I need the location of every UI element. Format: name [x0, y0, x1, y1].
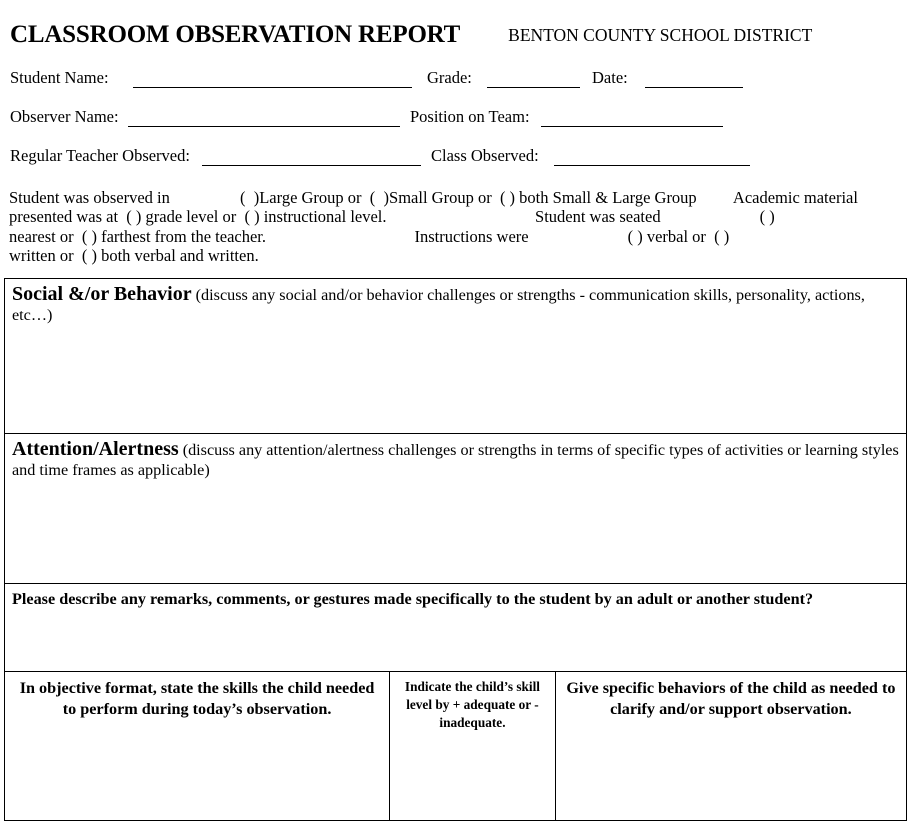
- student-name-input[interactable]: [133, 87, 412, 88]
- skills-column-objective-format[interactable]: In objective format, state the skills th…: [5, 672, 391, 820]
- skills-column-skill-level[interactable]: Indicate the child’s skill level by + ad…: [390, 672, 556, 820]
- form-row-teacher: Regular Teacher Observed: Class Observed…: [0, 144, 918, 183]
- class-observed-input[interactable]: [554, 165, 750, 166]
- section-social-behavior[interactable]: Social &/or Behavior (discuss any social…: [5, 279, 906, 434]
- district-name: BENTON COUNTY SCHOOL DISTRICT: [508, 25, 813, 45]
- position-on-team-label: Position on Team:: [410, 107, 530, 126]
- skills-table-header-row: In objective format, state the skills th…: [5, 672, 906, 821]
- date-input[interactable]: [645, 87, 743, 88]
- observer-name-label: Observer Name:: [10, 107, 119, 126]
- section-remarks[interactable]: Please describe any remarks, comments, o…: [5, 584, 906, 672]
- class-observed-label: Class Observed:: [431, 146, 539, 165]
- document-header: CLASSROOM OBSERVATION REPORT BENTON COUN…: [0, 22, 918, 58]
- observer-name-input[interactable]: [128, 126, 400, 127]
- regular-teacher-input[interactable]: [202, 165, 421, 166]
- observation-line-2[interactable]: presented was at ( ) grade level or ( ) …: [9, 207, 909, 226]
- skills-column-specific-behaviors-header: Give specific behaviors of the child as …: [566, 679, 896, 718]
- social-behavior-heading: Social &/or Behavior: [12, 283, 192, 305]
- section-remarks-inner: Please describe any remarks, comments, o…: [5, 584, 906, 609]
- skills-column-specific-behaviors[interactable]: Give specific behaviors of the child as …: [556, 672, 906, 820]
- form-row-observer: Observer Name: Position on Team:: [0, 105, 918, 144]
- report-sections-table: Social &/or Behavior (discuss any social…: [4, 278, 907, 821]
- form-fields: Student Name: Grade: Date: Observer Name…: [0, 66, 918, 183]
- page-title: CLASSROOM OBSERVATION REPORT: [10, 21, 461, 48]
- observation-report-page: CLASSROOM OBSERVATION REPORT BENTON COUN…: [0, 0, 918, 822]
- date-label: Date:: [592, 68, 628, 87]
- section-social-behavior-inner: Social &/or Behavior (discuss any social…: [5, 279, 906, 325]
- student-name-label: Student Name:: [10, 68, 109, 87]
- skills-column-skill-level-header: Indicate the child’s skill level by + ad…: [404, 679, 541, 730]
- skills-column-objective-format-header: In objective format, state the skills th…: [19, 679, 375, 718]
- remarks-prompt: Please describe any remarks, comments, o…: [12, 590, 814, 608]
- grade-input[interactable]: [487, 87, 580, 88]
- observation-checkbox-paragraph: Student was observed in ( )Large Group o…: [9, 188, 909, 266]
- observation-line-1[interactable]: Student was observed in ( )Large Group o…: [9, 188, 909, 207]
- attention-alertness-heading: Attention/Alertness: [12, 438, 179, 460]
- section-attention-alertness[interactable]: Attention/Alertness (discuss any attenti…: [5, 434, 906, 584]
- section-attention-alertness-inner: Attention/Alertness (discuss any attenti…: [5, 434, 906, 480]
- observation-line-3[interactable]: nearest or ( ) farthest from the teacher…: [9, 227, 909, 246]
- form-row-student: Student Name: Grade: Date:: [0, 66, 918, 105]
- grade-label: Grade:: [427, 68, 472, 87]
- position-on-team-input[interactable]: [541, 126, 723, 127]
- observation-line-4[interactable]: written or ( ) both verbal and written.: [9, 246, 909, 265]
- regular-teacher-label: Regular Teacher Observed:: [10, 146, 190, 165]
